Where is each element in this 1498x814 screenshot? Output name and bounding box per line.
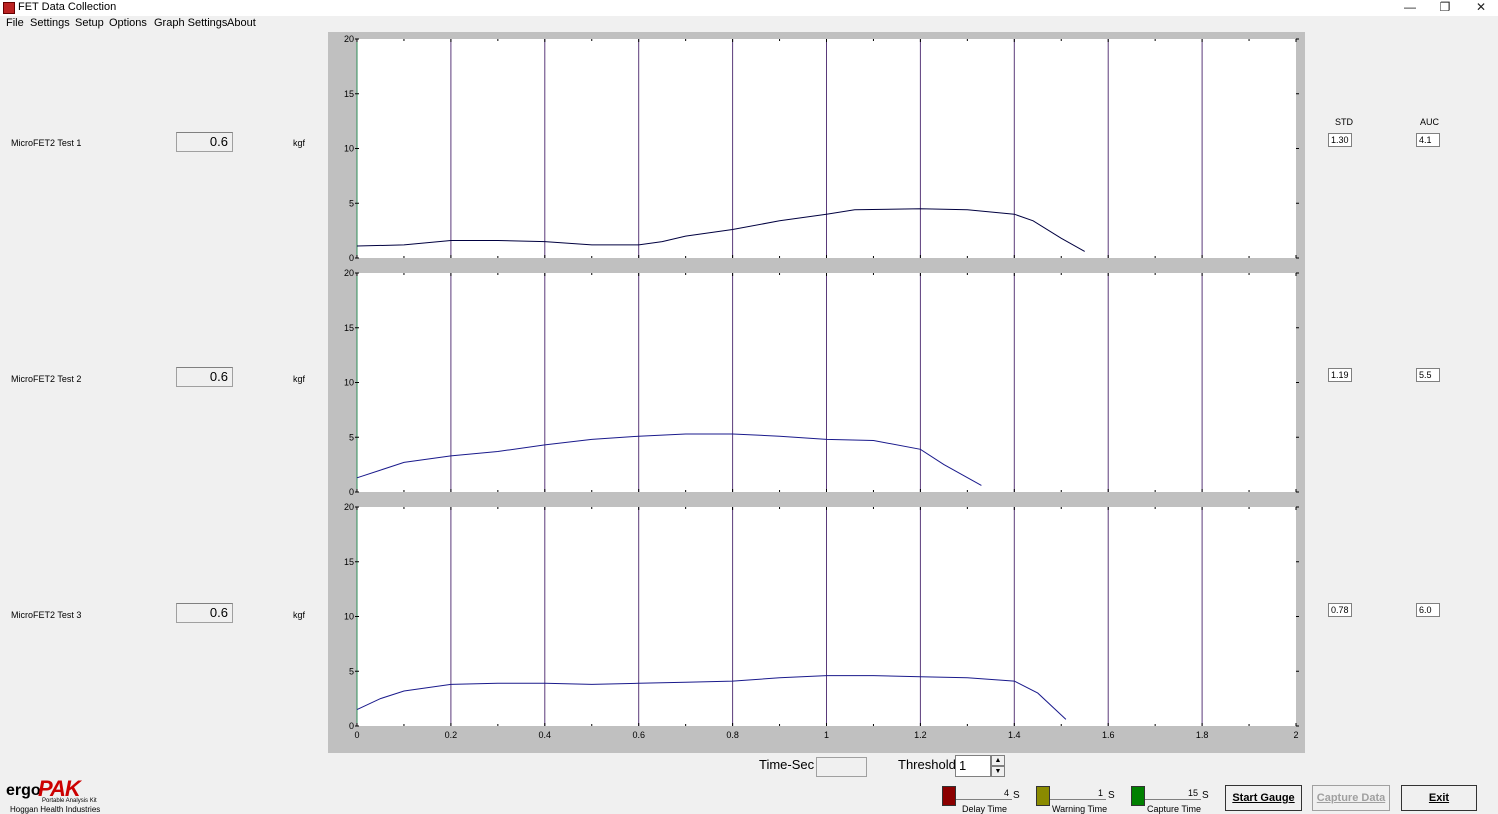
test-3-std: 0.78 [1328, 603, 1352, 617]
y-tick-label: 5 [349, 198, 354, 208]
y-tick-label: 10 [344, 378, 354, 388]
warning-color-swatch [1036, 786, 1050, 806]
x-tick-label: 1 [824, 730, 829, 740]
warning-time-label: Warning Time [1052, 804, 1108, 814]
menu-bar: File Settings Setup Options Graph Settin… [0, 16, 1498, 32]
y-tick-label: 20 [344, 502, 354, 512]
test-3-auc: 6.0 [1416, 603, 1440, 617]
auc-header: AUC [1420, 117, 1440, 127]
y-tick-label: 0 [349, 253, 354, 263]
test-1-std: 1.30 [1328, 133, 1352, 147]
logo-ergo-text: ergo [6, 782, 41, 799]
test-2-value: 0.6 [176, 367, 233, 387]
y-tick-label: 15 [344, 89, 354, 99]
x-tick-label: 0.4 [539, 730, 552, 740]
warning-unit: S [1108, 790, 1115, 801]
x-tick-label: 0.2 [445, 730, 458, 740]
capture-data-button[interactable]: Capture Data [1312, 785, 1390, 811]
capture-time-label: Capture Time [1147, 804, 1202, 814]
test-2-label: MicroFET2 Test 2 [11, 374, 82, 384]
threshold-down-icon[interactable]: ▼ [991, 766, 1005, 777]
menu-about[interactable]: About [227, 17, 256, 29]
x-tick-label: 0 [354, 730, 359, 740]
close-icon[interactable]: ✕ [1463, 0, 1498, 16]
y-tick-label: 5 [349, 666, 354, 676]
threshold-up-icon[interactable]: ▲ [991, 755, 1005, 766]
menu-file[interactable]: File [6, 17, 24, 29]
x-tick-label: 0.6 [632, 730, 645, 740]
minimize-icon[interactable]: — [1392, 0, 1428, 16]
time-sec-label: Time-Sec [759, 757, 815, 772]
capture-unit: S [1202, 790, 1209, 801]
time-sec-field[interactable] [816, 757, 867, 777]
app-icon [3, 2, 15, 14]
threshold-label: Threshold [898, 757, 956, 772]
warning-time-field[interactable]: 1 [1050, 786, 1106, 800]
logo-tagline: Portable Analysis Kit [42, 798, 97, 804]
y-tick-label: 20 [344, 268, 354, 278]
threshold-input[interactable]: 1 [955, 755, 991, 777]
window-title: FET Data Collection [18, 1, 117, 13]
menu-graph-settings[interactable]: Graph Settings [154, 17, 227, 29]
title-bar: FET Data Collection — ❐ ✕ [0, 0, 1498, 16]
test-2-unit: kgf [293, 374, 306, 384]
test-2-std: 1.19 [1328, 368, 1352, 382]
x-tick-label: 1.6 [1102, 730, 1115, 740]
restore-icon[interactable]: ❐ [1427, 0, 1463, 16]
delay-time-field[interactable]: 4 [956, 786, 1012, 800]
force-chart: 0 5 10 15 20 0 5 10 15 20 0 5 10 15 20 0 0.2 0.4 0.6 0.8 1 1.… [344, 34, 1299, 740]
test-3-value: 0.6 [176, 603, 233, 623]
y-tick-label: 5 [349, 432, 354, 442]
test-2-auc: 5.5 [1416, 368, 1440, 382]
x-tick-label: 2 [1293, 730, 1298, 740]
y-tick-label: 20 [344, 34, 354, 44]
exit-button[interactable]: Exit [1401, 785, 1477, 811]
delay-unit: S [1013, 790, 1020, 801]
y-tick-label: 10 [344, 612, 354, 622]
test-1-value: 0.6 [176, 132, 233, 152]
delay-color-swatch [942, 786, 956, 806]
test-3-unit: kgf [293, 610, 306, 620]
menu-options[interactable]: Options [109, 17, 147, 29]
test-1-auc: 4.1 [1416, 133, 1440, 147]
test-1-label: MicroFET2 Test 1 [11, 138, 82, 148]
y-tick-label: 0 [349, 721, 354, 731]
start-gauge-button[interactable]: Start Gauge [1225, 785, 1302, 811]
test-3-label: MicroFET2 Test 3 [11, 610, 82, 620]
x-tick-label: 0.8 [726, 730, 739, 740]
menu-setup[interactable]: Setup [75, 17, 104, 29]
capture-time-field[interactable]: 15 [1145, 786, 1201, 800]
menu-settings[interactable]: Settings [30, 17, 70, 29]
y-tick-label: 15 [344, 323, 354, 333]
delay-time-label: Delay Time [962, 804, 1008, 814]
x-tick-label: 1.4 [1008, 730, 1021, 740]
test-1-unit: kgf [293, 138, 306, 148]
std-header: STD [1335, 117, 1353, 127]
logo-company: Hoggan Health Industries [10, 805, 101, 814]
y-tick-label: 10 [344, 144, 354, 154]
capture-color-swatch [1131, 786, 1145, 806]
y-tick-label: 0 [349, 487, 354, 497]
x-tick-label: 1.8 [1196, 730, 1209, 740]
x-tick-label: 1.2 [914, 730, 927, 740]
y-tick-label: 15 [344, 557, 354, 567]
